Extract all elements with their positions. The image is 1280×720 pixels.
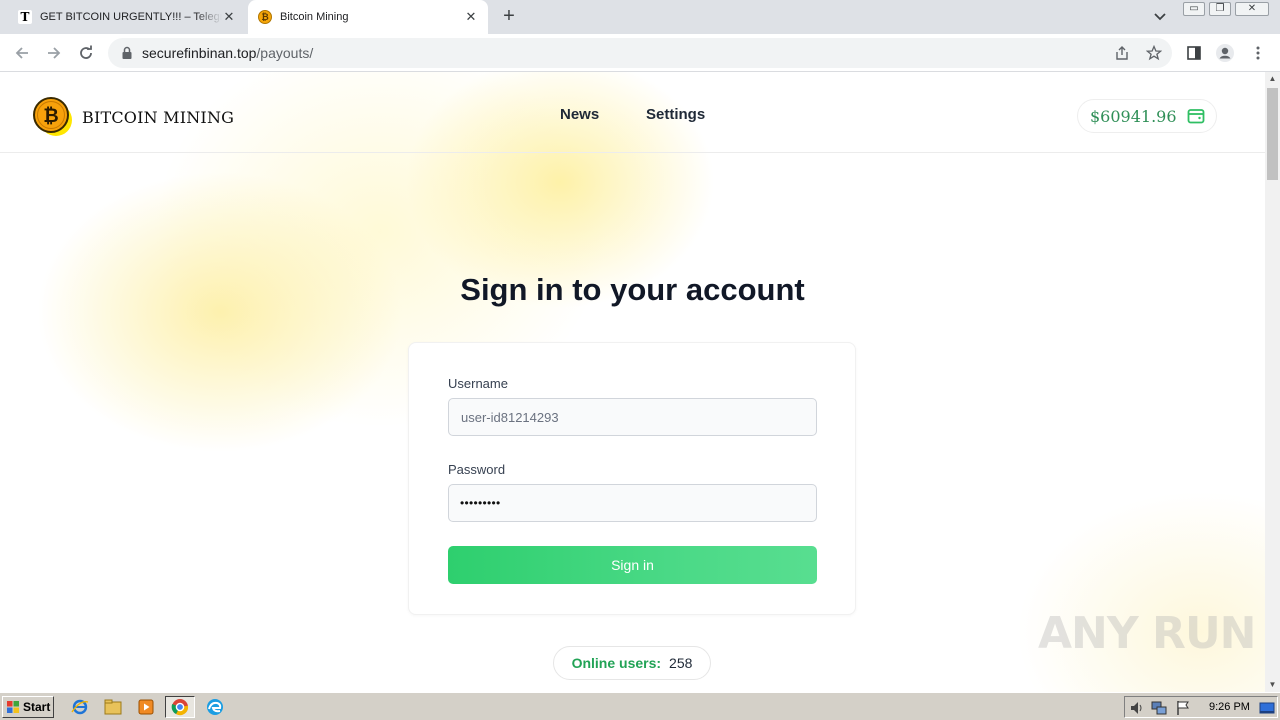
start-button[interactable]: Start: [2, 696, 54, 718]
telegraph-t-icon: T: [18, 10, 32, 24]
balance-badge[interactable]: $60941.96: [1077, 99, 1217, 133]
site-logo[interactable]: ₿ BITCOIN MINING: [32, 96, 234, 138]
watermark-text: ANY RUN: [1038, 608, 1256, 659]
username-input[interactable]: [448, 398, 817, 436]
nav-settings-link[interactable]: Settings: [646, 106, 705, 123]
page-title: Sign in to your account: [460, 272, 805, 307]
tab-label: Bitcoin Mining: [280, 11, 349, 23]
file-explorer-icon[interactable]: [103, 697, 123, 717]
tab-label: GET BITCOIN URGENTLY!!! – Telegraph: [40, 11, 222, 23]
profile-avatar-icon[interactable]: [1215, 43, 1235, 63]
sign-in-button[interactable]: Sign in: [448, 546, 817, 584]
bitcoin-logo-icon: ₿: [33, 97, 72, 136]
show-desktop-icon[interactable]: [1259, 700, 1275, 716]
anyrun-watermark: ANY RUN: [1038, 608, 1256, 659]
brand-name: BITCOIN MINING: [82, 107, 235, 127]
password-input[interactable]: [448, 484, 817, 522]
browser-tab-strip: T GET BITCOIN URGENTLY!!! – Telegraph ✕ …: [0, 0, 1280, 34]
close-window-icon[interactable]: ✕: [1235, 2, 1269, 16]
system-tray: 9:26 PM: [1124, 696, 1278, 718]
close-tab-icon[interactable]: ✕: [464, 9, 478, 25]
chrome-taskbar-icon[interactable]: [165, 696, 195, 718]
scrollbar-thumb[interactable]: [1267, 88, 1278, 180]
forward-arrow-icon[interactable]: [42, 41, 66, 65]
online-users-badge: Online users: 258: [553, 646, 711, 680]
windows-logo-icon: [7, 701, 19, 713]
side-panel-icon[interactable]: [1184, 43, 1204, 63]
edge-browser-icon[interactable]: [205, 697, 225, 717]
balance-amount: $60941.96: [1090, 106, 1177, 126]
scroll-up-arrow-icon[interactable]: ▲: [1265, 72, 1280, 86]
address-bar[interactable]: securefinbinan.top/payouts/: [108, 38, 1172, 68]
login-card: Username Password ••••••••• Sign in: [408, 342, 856, 615]
speaker-icon[interactable]: [1129, 700, 1145, 716]
bookmark-star-icon[interactable]: [1144, 43, 1164, 63]
share-icon[interactable]: [1112, 43, 1132, 63]
kebab-menu-icon[interactable]: [1248, 43, 1268, 63]
svg-text:₿: ₿: [43, 105, 58, 127]
network-icon[interactable]: [1151, 700, 1167, 716]
minimize-window-icon[interactable]: ▭: [1183, 2, 1205, 16]
online-users-count: 258: [669, 655, 693, 671]
scroll-down-arrow-icon[interactable]: ▼: [1265, 678, 1280, 692]
close-tab-icon[interactable]: ✕: [222, 9, 236, 25]
action-center-flag-icon[interactable]: [1175, 700, 1191, 716]
page-viewport: ₿ BITCOIN MINING News Settings $60941.96…: [0, 72, 1265, 692]
wallet-icon: [1187, 109, 1204, 124]
nav-news-link[interactable]: News: [560, 106, 599, 123]
password-label: Password: [448, 462, 506, 477]
back-arrow-icon[interactable]: [10, 41, 34, 65]
tab-search-chevron-icon[interactable]: [1150, 9, 1170, 25]
media-player-icon[interactable]: [136, 697, 156, 717]
restore-window-icon[interactable]: ❐: [1209, 2, 1231, 16]
username-label: Username: [448, 376, 508, 391]
bitcoin-coin-icon: ₿: [258, 10, 272, 24]
url-host: securefinbinan.top: [142, 45, 257, 61]
lock-icon: [122, 46, 132, 59]
browser-toolbar: securefinbinan.top/payouts/: [0, 34, 1280, 72]
windows-taskbar: Start 9:26 PM: [0, 692, 1280, 720]
new-tab-button[interactable]: +: [498, 5, 520, 27]
reload-icon[interactable]: [74, 41, 98, 65]
online-users-label: Online users:: [571, 655, 662, 671]
url-path: /payouts/: [256, 45, 314, 61]
internet-explorer-icon[interactable]: [70, 697, 90, 717]
site-header: ₿ BITCOIN MINING News Settings $60941.96: [0, 72, 1265, 153]
tab-bitcoin-mining[interactable]: ₿ Bitcoin Mining ✕: [248, 0, 488, 34]
start-label: Start: [23, 700, 51, 714]
tab-telegraph[interactable]: T GET BITCOIN URGENTLY!!! – Telegraph ✕: [8, 0, 246, 34]
taskbar-clock: 9:26 PM: [1209, 701, 1250, 713]
page-scrollbar[interactable]: ▲ ▼: [1265, 72, 1280, 692]
